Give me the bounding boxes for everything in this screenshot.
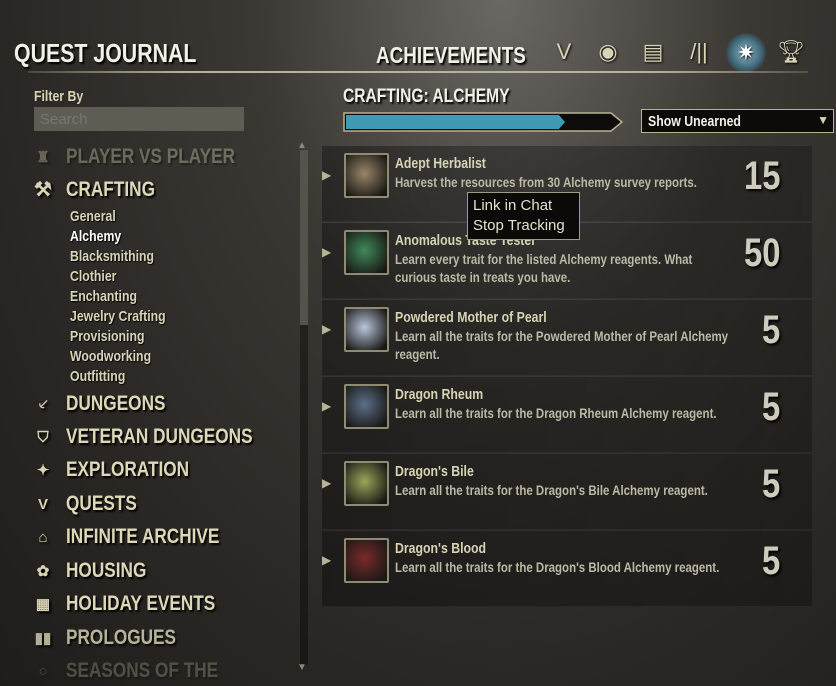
subcategory-outfitting[interactable]: Outfitting	[70, 368, 137, 385]
green-potion-icon	[344, 230, 389, 275]
calendar-icon: ▦	[35, 596, 51, 613]
survey-map-icon	[344, 153, 389, 198]
achievement-row[interactable]: ▶ Dragon Rheum Learn all the traits for …	[322, 377, 812, 453]
subcategory-jewelry-crafting[interactable]: Jewelry Crafting	[70, 308, 187, 325]
category-crafting[interactable]: ⚒ CRAFTING	[30, 177, 175, 202]
books-icon[interactable]: /||	[683, 36, 715, 68]
expand-arrow-icon[interactable]: ▶	[322, 322, 331, 336]
subcategory-alchemy[interactable]: Alchemy	[70, 228, 133, 245]
category-holiday-events[interactable]: ▦ HOLIDAY EVENTS	[30, 592, 248, 616]
achievement-row[interactable]: ▶ Dragon's Bile Learn all the traits for…	[322, 454, 812, 530]
book-icon: ▮▮	[34, 630, 52, 647]
tower-icon: ♜	[36, 149, 50, 166]
subcategory-blacksmithing[interactable]: Blacksmithing	[70, 248, 173, 265]
search-input[interactable]	[34, 107, 244, 131]
scroll-down-icon[interactable]: ▼	[297, 662, 307, 673]
menu-item-stop-tracking[interactable]: Stop Tracking	[473, 216, 574, 236]
achievement-title: Adept Herbalist	[395, 155, 486, 172]
category-exploration[interactable]: ✦ EXPLORATION	[30, 458, 216, 482]
context-menu: Link in Chat Stop Tracking	[467, 192, 580, 240]
pearl-powder-icon	[344, 307, 389, 352]
achievement-description: Learn all the traits for the Powdered Mo…	[395, 329, 729, 362]
category-housing[interactable]: ✿ HOUSING	[30, 559, 164, 583]
achievement-points: 5	[761, 308, 780, 352]
expand-arrow-icon[interactable]: ▶	[322, 553, 331, 567]
subcategory-enchanting[interactable]: Enchanting	[70, 288, 152, 305]
category-player-vs-player[interactable]: ♜ PLAYER VS PLAYER	[30, 145, 272, 169]
compass-star-icon[interactable]: ✷	[726, 33, 766, 73]
rheum-vial-icon	[344, 384, 389, 429]
hammer-icon: ⚒	[34, 179, 52, 201]
achievement-title: Dragon Rheum	[395, 386, 484, 403]
alliance-banner-icon[interactable]: V	[548, 36, 580, 68]
group-eye-icon[interactable]: ◉	[592, 36, 624, 68]
progress-fill	[346, 115, 565, 129]
expand-arrow-icon[interactable]: ▶	[322, 399, 331, 413]
category-title: CRAFTING: ALCHEMY	[343, 86, 510, 107]
subcategory-general[interactable]: General	[70, 208, 126, 225]
header-divider	[28, 71, 808, 73]
category-seasons[interactable]: ○ SEASONS OF THE	[30, 659, 252, 683]
seasons-icon: ○	[38, 662, 48, 680]
achievement-description: Learn every trait for the listed Alchemy…	[395, 252, 693, 285]
achievement-row[interactable]: ▶ Dragon's Blood Learn all the traits fo…	[322, 531, 812, 607]
scrollbar-thumb[interactable]	[300, 150, 308, 325]
achievement-points: 15	[743, 154, 780, 198]
achievement-row[interactable]: ▶ Powdered Mother of Pearl Learn all the…	[322, 300, 812, 376]
section-title: ACHIEVEMENTS	[376, 42, 526, 68]
dungeon-icon: ⸔	[37, 396, 49, 413]
dropdown-arrow-icon: ▼	[817, 113, 829, 127]
achievement-points: 5	[761, 385, 780, 429]
category-dungeons[interactable]: ⸔ DUNGEONS	[30, 392, 187, 416]
trophy-icon[interactable]: 🏆︎	[775, 36, 807, 68]
shield-icon: ⛉	[37, 428, 49, 446]
scroll-icon[interactable]: ▤	[637, 36, 669, 68]
archive-icon: ⌂	[38, 528, 48, 546]
filter-dropdown[interactable]: Show Unearned ▼	[641, 109, 834, 133]
category-veteran-dungeons[interactable]: ⛉ VETERAN DUNGEONS	[30, 425, 294, 449]
window-title: QUEST JOURNAL	[14, 38, 197, 68]
achievement-points: 5	[761, 462, 780, 506]
house-icon: ✿	[36, 563, 50, 580]
category-quests[interactable]: V QUESTS	[30, 492, 152, 516]
category-infinite-archive[interactable]: ⌂ INFINITE ARCHIVE	[30, 525, 253, 549]
achievement-points: 50	[743, 231, 780, 275]
bile-flask-icon	[344, 461, 389, 506]
achievement-description: Learn all the traits for the Dragon's Bi…	[395, 483, 708, 498]
category-progress-bar	[343, 112, 623, 132]
menu-item-link-in-chat[interactable]: Link in Chat	[473, 196, 574, 216]
achievement-title: Dragon's Bile	[395, 463, 474, 480]
expand-arrow-icon[interactable]: ▶	[322, 245, 331, 259]
achievement-description: Learn all the traits for the Dragon's Bl…	[395, 560, 720, 575]
filter-label: Filter By	[34, 88, 84, 105]
achievement-title: Powdered Mother of Pearl	[395, 309, 547, 326]
subcategory-provisioning[interactable]: Provisioning	[70, 328, 161, 345]
quest-icon: V	[37, 495, 48, 513]
expand-arrow-icon[interactable]: ▶	[322, 476, 331, 490]
subcategory-woodworking[interactable]: Woodworking	[70, 348, 169, 365]
blood-jar-icon	[344, 538, 389, 583]
achievement-description: Learn all the traits for the Dragon Rheu…	[395, 406, 717, 421]
achievement-points: 5	[761, 539, 780, 583]
subcategory-clothier[interactable]: Clothier	[70, 268, 127, 285]
achievement-description: Harvest the resources from 30 Alchemy su…	[395, 175, 697, 190]
achievement-title: Dragon's Blood	[395, 540, 487, 557]
category-prologues[interactable]: ▮▮ PROLOGUES	[30, 626, 200, 650]
expand-arrow-icon[interactable]: ▶	[322, 168, 331, 182]
scroll-up-icon[interactable]: ▲	[297, 140, 307, 151]
compass-icon: ✦	[36, 462, 50, 479]
